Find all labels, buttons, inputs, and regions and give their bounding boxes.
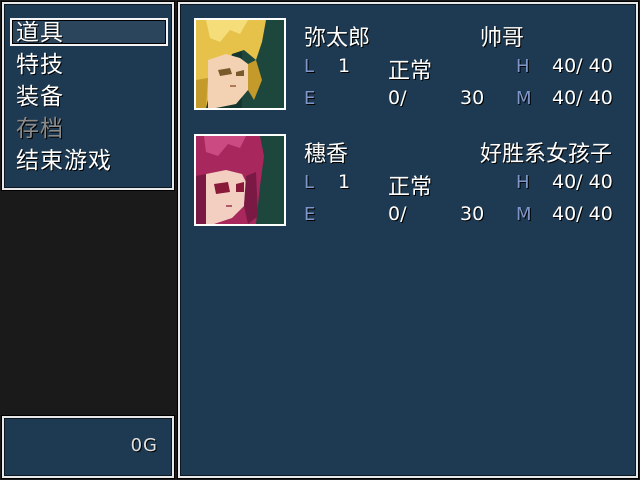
hp-label: H [516, 172, 530, 193]
mp-label: M [516, 88, 532, 109]
party-status-window: 弥太郎 帅哥 L 1 正常 H 40/ 40 E 0/ 30 M 40/ 40 [178, 2, 638, 478]
gold-amount: 0G [130, 435, 158, 456]
menu-item-save: 存档 [16, 116, 64, 142]
command-window: 道具 特技 装备 存档 结束游戏 [2, 2, 174, 190]
hp-label: H [516, 56, 530, 77]
level-value: 1 [338, 55, 351, 77]
party-member-1[interactable]: 弥太郎 帅哥 L 1 正常 H 40/ 40 E 0/ 30 M 40/ 40 [180, 4, 636, 114]
exp-value: 0/ [388, 203, 407, 225]
level-value: 1 [338, 171, 351, 193]
exp-label: E [304, 204, 316, 225]
condition-status: 正常 [388, 59, 433, 84]
menu-item-equip[interactable]: 装备 [16, 82, 166, 112]
gold-window: 0G [2, 416, 174, 478]
exp-next-value: 30 [460, 203, 485, 225]
exp-next-value: 30 [460, 87, 485, 109]
member-name: 穗香 [304, 142, 349, 167]
mp-value: 40/ 40 [552, 203, 613, 225]
menu-item-skills[interactable]: 特技 [16, 50, 166, 80]
level-label: L [304, 172, 315, 193]
hp-value: 40/ 40 [552, 171, 613, 193]
mp-value: 40/ 40 [552, 87, 613, 109]
condition-status: 正常 [388, 175, 433, 200]
menu-item-quit-game[interactable]: 结束游戏 [16, 146, 166, 176]
blonde-hair-portrait [194, 18, 286, 110]
exp-label: E [304, 88, 316, 109]
mp-label: M [516, 204, 532, 225]
exp-value: 0/ [388, 87, 407, 109]
member-title: 帅哥 [480, 26, 525, 51]
member-name: 弥太郎 [304, 26, 371, 51]
party-member-2[interactable]: 穗香 好胜系女孩子 L 1 正常 H 40/ 40 E 0/ 30 M 40/ … [180, 120, 636, 230]
hp-value: 40/ 40 [552, 55, 613, 77]
menu-item-items[interactable]: 道具 [16, 18, 166, 48]
level-label: L [304, 56, 315, 77]
magenta-hair-portrait [194, 134, 286, 226]
member-title: 好胜系女孩子 [480, 142, 613, 167]
